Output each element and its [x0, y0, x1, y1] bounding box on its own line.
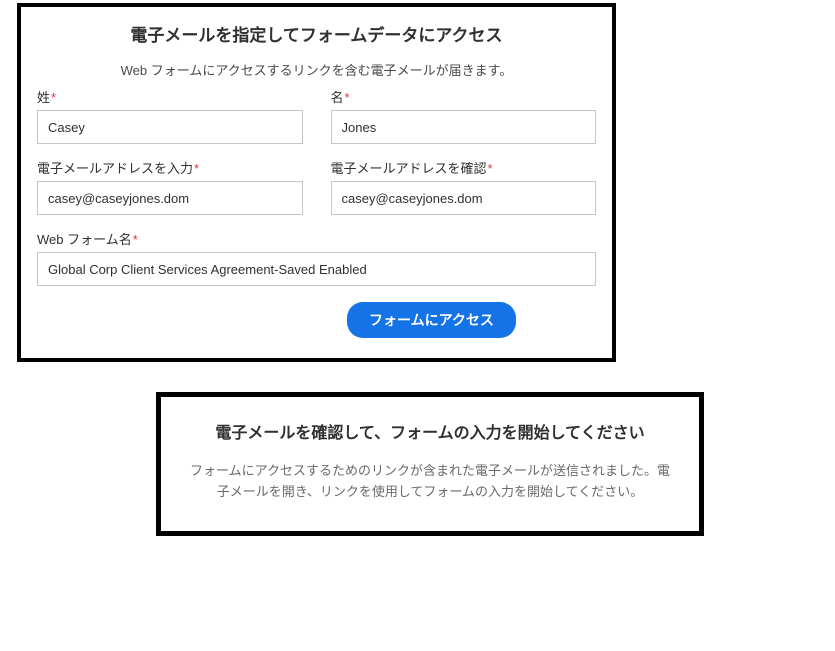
email-input[interactable] [37, 181, 303, 215]
confirm-email-panel: 電子メールを確認して、フォームの入力を開始してください フォームにアクセスするた… [156, 392, 704, 536]
email-confirm-label: 電子メールアドレスを確認* [331, 158, 597, 177]
email-confirm-input[interactable] [331, 181, 597, 215]
first-name-label: 名* [331, 87, 597, 106]
panel-title: 電子メールを指定してフォームデータにアクセス [37, 21, 596, 46]
email-label: 電子メールアドレスを入力* [37, 158, 303, 177]
required-mark: * [488, 161, 493, 176]
required-mark: * [51, 90, 56, 105]
access-form-button[interactable]: フォームにアクセス [347, 302, 516, 338]
form-name-label: Web フォーム名* [37, 229, 596, 248]
panel-subtitle: Web フォームにアクセスするリンクを含む電子メールが届きます。 [37, 60, 596, 79]
last-name-input[interactable] [37, 110, 303, 144]
last-name-label: 姓* [37, 87, 303, 106]
confirm-body: フォームにアクセスするためのリンクが含まれた電子メールが送信されました。電子メー… [189, 461, 671, 503]
form-name-input[interactable] [37, 252, 596, 286]
required-mark: * [345, 90, 350, 105]
required-mark: * [194, 161, 199, 176]
access-form-panel: 電子メールを指定してフォームデータにアクセス Web フォームにアクセスするリン… [17, 3, 616, 362]
confirm-title: 電子メールを確認して、フォームの入力を開始してください [189, 419, 671, 443]
required-mark: * [133, 232, 138, 247]
first-name-input[interactable] [331, 110, 597, 144]
